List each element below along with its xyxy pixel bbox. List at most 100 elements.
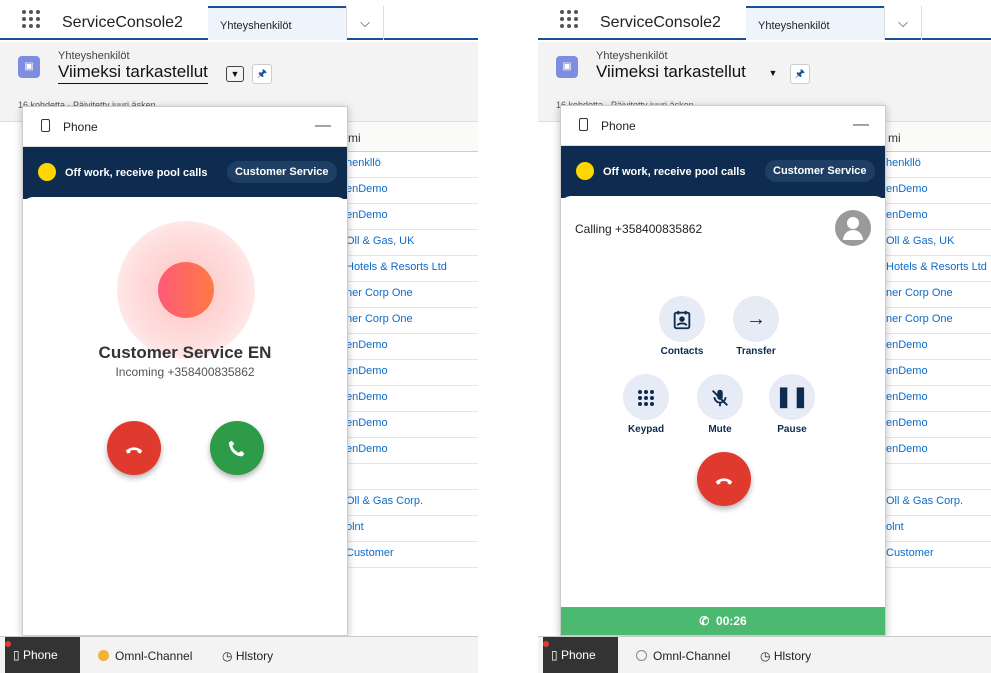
list-view-dropdown-icon[interactable]: ▼: [764, 66, 782, 82]
table-row[interactable]: Oll & Gas Corp.: [346, 490, 478, 516]
table-row[interactable]: enDemo: [886, 412, 991, 438]
pin-icon[interactable]: 🖈: [252, 64, 272, 84]
table-row[interactable]: [886, 464, 991, 490]
table-row[interactable]: ner Corp One: [346, 308, 478, 334]
app-launcher-icon[interactable]: [22, 10, 40, 28]
presence-status-dot[interactable]: [38, 163, 56, 181]
presence-bar: Off work, receive pool calls Customer Se…: [561, 146, 885, 198]
utility-history[interactable]: ◷ Hlstory: [760, 649, 811, 663]
table-row[interactable]: olnt: [346, 516, 478, 542]
tab-contacts[interactable]: Yhteyshenkilöt: [746, 6, 884, 40]
table-rows: henkllö enDemo enDemo Oll & Gas, UK Hotels &…: [886, 152, 991, 568]
table-row[interactable]: Oll & Gas, UK: [346, 230, 478, 256]
history-label: Hlstory: [235, 649, 274, 663]
global-header: ServiceConsole2 Yhteyshenkilöt ⌵: [0, 0, 478, 40]
keypad-button[interactable]: [623, 374, 669, 420]
list-view-name[interactable]: Viimeksi tarkastellut: [58, 62, 208, 84]
table-row[interactable]: Hotels & Resorts Ltd: [346, 256, 478, 282]
phone-titlebar: Phone —: [561, 106, 885, 146]
right-screen: ServiceConsole2 Yhteyshenkilöt ⌵ ▣ Yhtey…: [538, 0, 991, 673]
utility-omni-channel[interactable]: Omnl-Channel: [636, 649, 730, 663]
presence-bar: Off work, receive pool calls Customer Se…: [23, 147, 347, 199]
omni-label: Omnl-Channel: [115, 649, 193, 663]
table-row[interactable]: enDemo: [346, 438, 478, 464]
caller-name: Customer Service EN: [98, 343, 272, 362]
queue-badge: Customer Service: [765, 160, 875, 182]
clock-icon: ◷: [222, 649, 233, 663]
table-row[interactable]: Oll & Gas, UK: [886, 230, 991, 256]
pause-label: Pause: [777, 424, 807, 435]
table-row[interactable]: [346, 464, 478, 490]
call-timer-bar: ✆ 00:26: [561, 607, 885, 635]
table-row[interactable]: enDemo: [346, 334, 478, 360]
pause-button[interactable]: ❚❚: [769, 374, 815, 420]
incoming-call-card: Customer Service EN Incoming +3584008358…: [23, 197, 347, 635]
table-row[interactable]: olnt: [886, 516, 991, 542]
tab-menu-chevron-icon[interactable]: ⌵: [884, 6, 922, 40]
tab-menu-chevron-icon[interactable]: ⌵: [346, 6, 384, 40]
transfer-button[interactable]: →: [733, 296, 779, 342]
table-row[interactable]: enDemo: [346, 386, 478, 412]
minimize-icon[interactable]: —: [853, 116, 869, 134]
call-timer: 00:26: [716, 614, 747, 628]
minimize-icon[interactable]: —: [315, 117, 331, 135]
left-screen: ServiceConsole2 Yhteyshenkilöt ⌵ ▣ Yhtey…: [0, 0, 478, 673]
end-call-button[interactable]: [697, 452, 751, 506]
contacts-button[interactable]: [659, 296, 705, 342]
utility-bar: ▯ Phone Omnl-Channel ◷ Hlstory: [538, 636, 991, 673]
utility-phone-button[interactable]: ▯ Phone: [5, 637, 80, 673]
utility-omni-channel[interactable]: Omnl-Channel: [98, 649, 192, 663]
tab-contacts[interactable]: Yhteyshenkilöt: [208, 6, 346, 40]
decline-call-button[interactable]: [107, 421, 161, 475]
contact-object-icon: ▣: [556, 56, 578, 78]
accept-call-button[interactable]: [210, 421, 264, 475]
list-view-dropdown-icon[interactable]: ▼: [226, 66, 244, 82]
table-row[interactable]: enDemo: [886, 386, 991, 412]
clock-icon: ◷: [760, 649, 771, 663]
table-row[interactable]: Customer: [346, 542, 478, 568]
table-row[interactable]: enDemo: [346, 412, 478, 438]
presence-status[interactable]: Off work, receive pool calls: [65, 167, 207, 179]
table-row[interactable]: henkllö: [346, 152, 478, 178]
phone-title: Phone: [63, 120, 98, 134]
table-row[interactable]: ner Corp One: [346, 282, 478, 308]
table-row[interactable]: enDemo: [886, 204, 991, 230]
object-label: Yhteyshenkilöt: [58, 50, 130, 62]
utility-bar: ▯ Phone Omnl-Channel ◷ Hlstory: [0, 636, 478, 673]
phone-panel: Phone — Off work, receive pool calls Cus…: [560, 105, 886, 636]
table-row[interactable]: Hotels & Resorts Ltd: [886, 256, 991, 282]
utility-phone-button[interactable]: ▯ Phone: [543, 637, 618, 673]
contacts-label: Contacts: [660, 346, 704, 357]
column-header[interactable]: mi: [886, 122, 991, 152]
phone-device-icon: [579, 118, 588, 131]
caller-ringing-animation: [117, 221, 255, 359]
incoming-number: Incoming +358400835862: [115, 365, 255, 379]
table-row[interactable]: enDemo: [346, 360, 478, 386]
utility-history[interactable]: ◷ Hlstory: [222, 649, 273, 663]
table-row[interactable]: enDemo: [886, 334, 991, 360]
list-view-name[interactable]: Viimeksi tarkastellut: [596, 62, 746, 83]
omni-status-icon: [636, 650, 647, 661]
phone-handset-icon: ✆: [699, 614, 710, 628]
table-row[interactable]: enDemo: [886, 438, 991, 464]
table-row[interactable]: enDemo: [346, 204, 478, 230]
app-name: ServiceConsole2: [62, 14, 183, 31]
table-row[interactable]: enDemo: [886, 360, 991, 386]
table-row[interactable]: ner Corp One: [886, 282, 991, 308]
presence-status[interactable]: Off work, receive pool calls: [603, 166, 745, 178]
app-name: ServiceConsole2: [600, 14, 721, 31]
app-launcher-icon[interactable]: [560, 10, 578, 28]
table-row[interactable]: enDemo: [886, 178, 991, 204]
table-row[interactable]: henkllö: [886, 152, 991, 178]
column-header[interactable]: mi: [346, 122, 478, 152]
table-row[interactable]: enDemo: [346, 178, 478, 204]
table-row[interactable]: Customer: [886, 542, 991, 568]
mute-button[interactable]: [697, 374, 743, 420]
table-row[interactable]: Oll & Gas Corp.: [886, 490, 991, 516]
pin-icon[interactable]: 🖈: [790, 64, 810, 84]
table-row[interactable]: ner Corp One: [886, 308, 991, 334]
mute-label: Mute: [708, 424, 732, 435]
presence-status-dot[interactable]: [576, 162, 594, 180]
phone-title: Phone: [601, 119, 636, 133]
phone-device-icon: [41, 119, 50, 132]
